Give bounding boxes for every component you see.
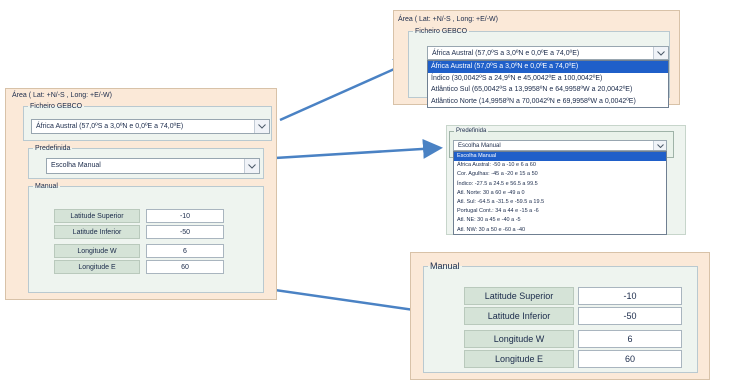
arrow-to-gebco-dropdown (279, 58, 415, 122)
latitude-inferior-input[interactable]: -50 (146, 225, 224, 239)
predefinida-option[interactable]: Atl. NE: 30 a 45 e -40 a -5 (454, 216, 666, 225)
gebco-option[interactable]: Atlântico Norte (14,9958ºN a 70,0042ºN e… (428, 96, 668, 108)
predefinida-option[interactable]: Cor. Agulhas: -45 a -20 e 15 a 50 (454, 170, 666, 179)
gebco-option[interactable]: África Austral (57,0ºS a 3,0ºN e 0,0ºE a… (428, 61, 668, 73)
latitude-inferior-input[interactable]: -50 (578, 307, 682, 325)
gebco-option[interactable]: Atlântico Sul (65,0042ºS a 13,9958ºN e 6… (428, 84, 668, 96)
gebco-dropdown-list: África Austral (57,0ºS a 3,0ºN e 0,0ºE a… (427, 60, 669, 108)
predefinida-option[interactable]: Portugal Cont.: 34 a 44 e -15 a -6 (454, 207, 666, 216)
predefinida-legend: Predefinida (35, 145, 71, 152)
predefinida-option[interactable]: Índico: -27.5 a 24.5 e 56.5 a 99.5 (454, 180, 666, 189)
predefinida-option[interactable]: Atl. NW: 30 a 50 e -60 a -40 (454, 226, 666, 235)
predefinida-select[interactable]: Escolha Manual (453, 140, 667, 151)
gebco-legend: Ficheiro GEBCO (30, 103, 83, 110)
longitude-e-label: Longitude E (464, 350, 574, 368)
area-title: Área ( Lat: +N/-S , Long: +E/-W) (398, 16, 498, 23)
longitude-w-label: Longitude W (54, 244, 140, 258)
longitude-w-label: Longitude W (464, 330, 574, 348)
predefinida-option[interactable]: Escolha Manual (454, 152, 666, 162)
chevron-down-icon[interactable] (254, 120, 269, 133)
latitude-superior-label: Latitude Superior (54, 209, 140, 223)
gebco-select[interactable]: África Austral (57,0ºS a 3,0ºN e 0,0ºE a… (31, 119, 270, 134)
predefinida-legend: Predefinida (456, 128, 487, 134)
manual-legend: Manual (35, 183, 58, 190)
longitude-w-input[interactable]: 6 (146, 244, 224, 258)
area-title: Área ( Lat: +N/-S , Long: +E/-W) (12, 92, 112, 99)
longitude-e-label: Longitude E (54, 260, 140, 274)
arrow-to-predefinida-dropdown (274, 138, 443, 160)
predefinida-select[interactable]: Escolha Manual (46, 158, 260, 174)
latitude-inferior-label: Latitude Inferior (54, 225, 140, 239)
chevron-down-icon[interactable] (653, 141, 666, 150)
manual-legend: Manual (430, 261, 460, 271)
gebco-option[interactable]: Índico (30,0042ºS a 24,9ºN e 45,0042ºE a… (428, 73, 668, 85)
gebco-select[interactable]: África Austral (57,0ºS a 3,0ºN e 0,0ºE a… (427, 46, 669, 60)
longitude-e-input[interactable]: 60 (146, 260, 224, 274)
predefinida-option[interactable]: África Austral: -50 a -10 e 6 a 60 (454, 161, 666, 170)
predefinida-selected-value: Escolha Manual (458, 143, 501, 149)
predefinida-panel-zoom: Predefinida Escolha Manual Escolha Manua… (446, 125, 686, 235)
chevron-down-icon[interactable] (244, 159, 259, 173)
latitude-superior-input[interactable]: -10 (578, 287, 682, 305)
predefinida-option[interactable]: Atl. Norte: 30 a 60 e -49 a 0 (454, 189, 666, 198)
gebco-legend: Ficheiro GEBCO (415, 28, 468, 35)
longitude-e-input[interactable]: 60 (578, 350, 682, 368)
area-panel-gebco-zoom: Área ( Lat: +N/-S , Long: +E/-W) Ficheir… (393, 10, 680, 108)
manual-panel-zoom: Manual Latitude Superior -10 Latitude In… (410, 252, 710, 380)
predefinida-selected-value: Escolha Manual (51, 162, 101, 169)
predefinida-dropdown-list: Escolha Manual África Austral: -50 a -10… (453, 151, 667, 235)
latitude-superior-label: Latitude Superior (464, 287, 574, 305)
latitude-superior-input[interactable]: -10 (146, 209, 224, 223)
longitude-w-input[interactable]: 6 (578, 330, 682, 348)
area-panel-main: Área ( Lat: +N/-S , Long: +E/-W) Ficheir… (5, 88, 277, 300)
latitude-inferior-label: Latitude Inferior (464, 307, 574, 325)
predefinida-option[interactable]: Atl. Sul: -64.5 a -31.5 e -59.5 a 19.5 (454, 198, 666, 207)
gebco-selected-value: África Austral (57,0ºS a 3,0ºN e 0,0ºE a… (36, 123, 184, 130)
gebco-selected-value: África Austral (57,0ºS a 3,0ºN e 0,0ºE a… (432, 50, 580, 57)
chevron-down-icon[interactable] (653, 47, 668, 59)
